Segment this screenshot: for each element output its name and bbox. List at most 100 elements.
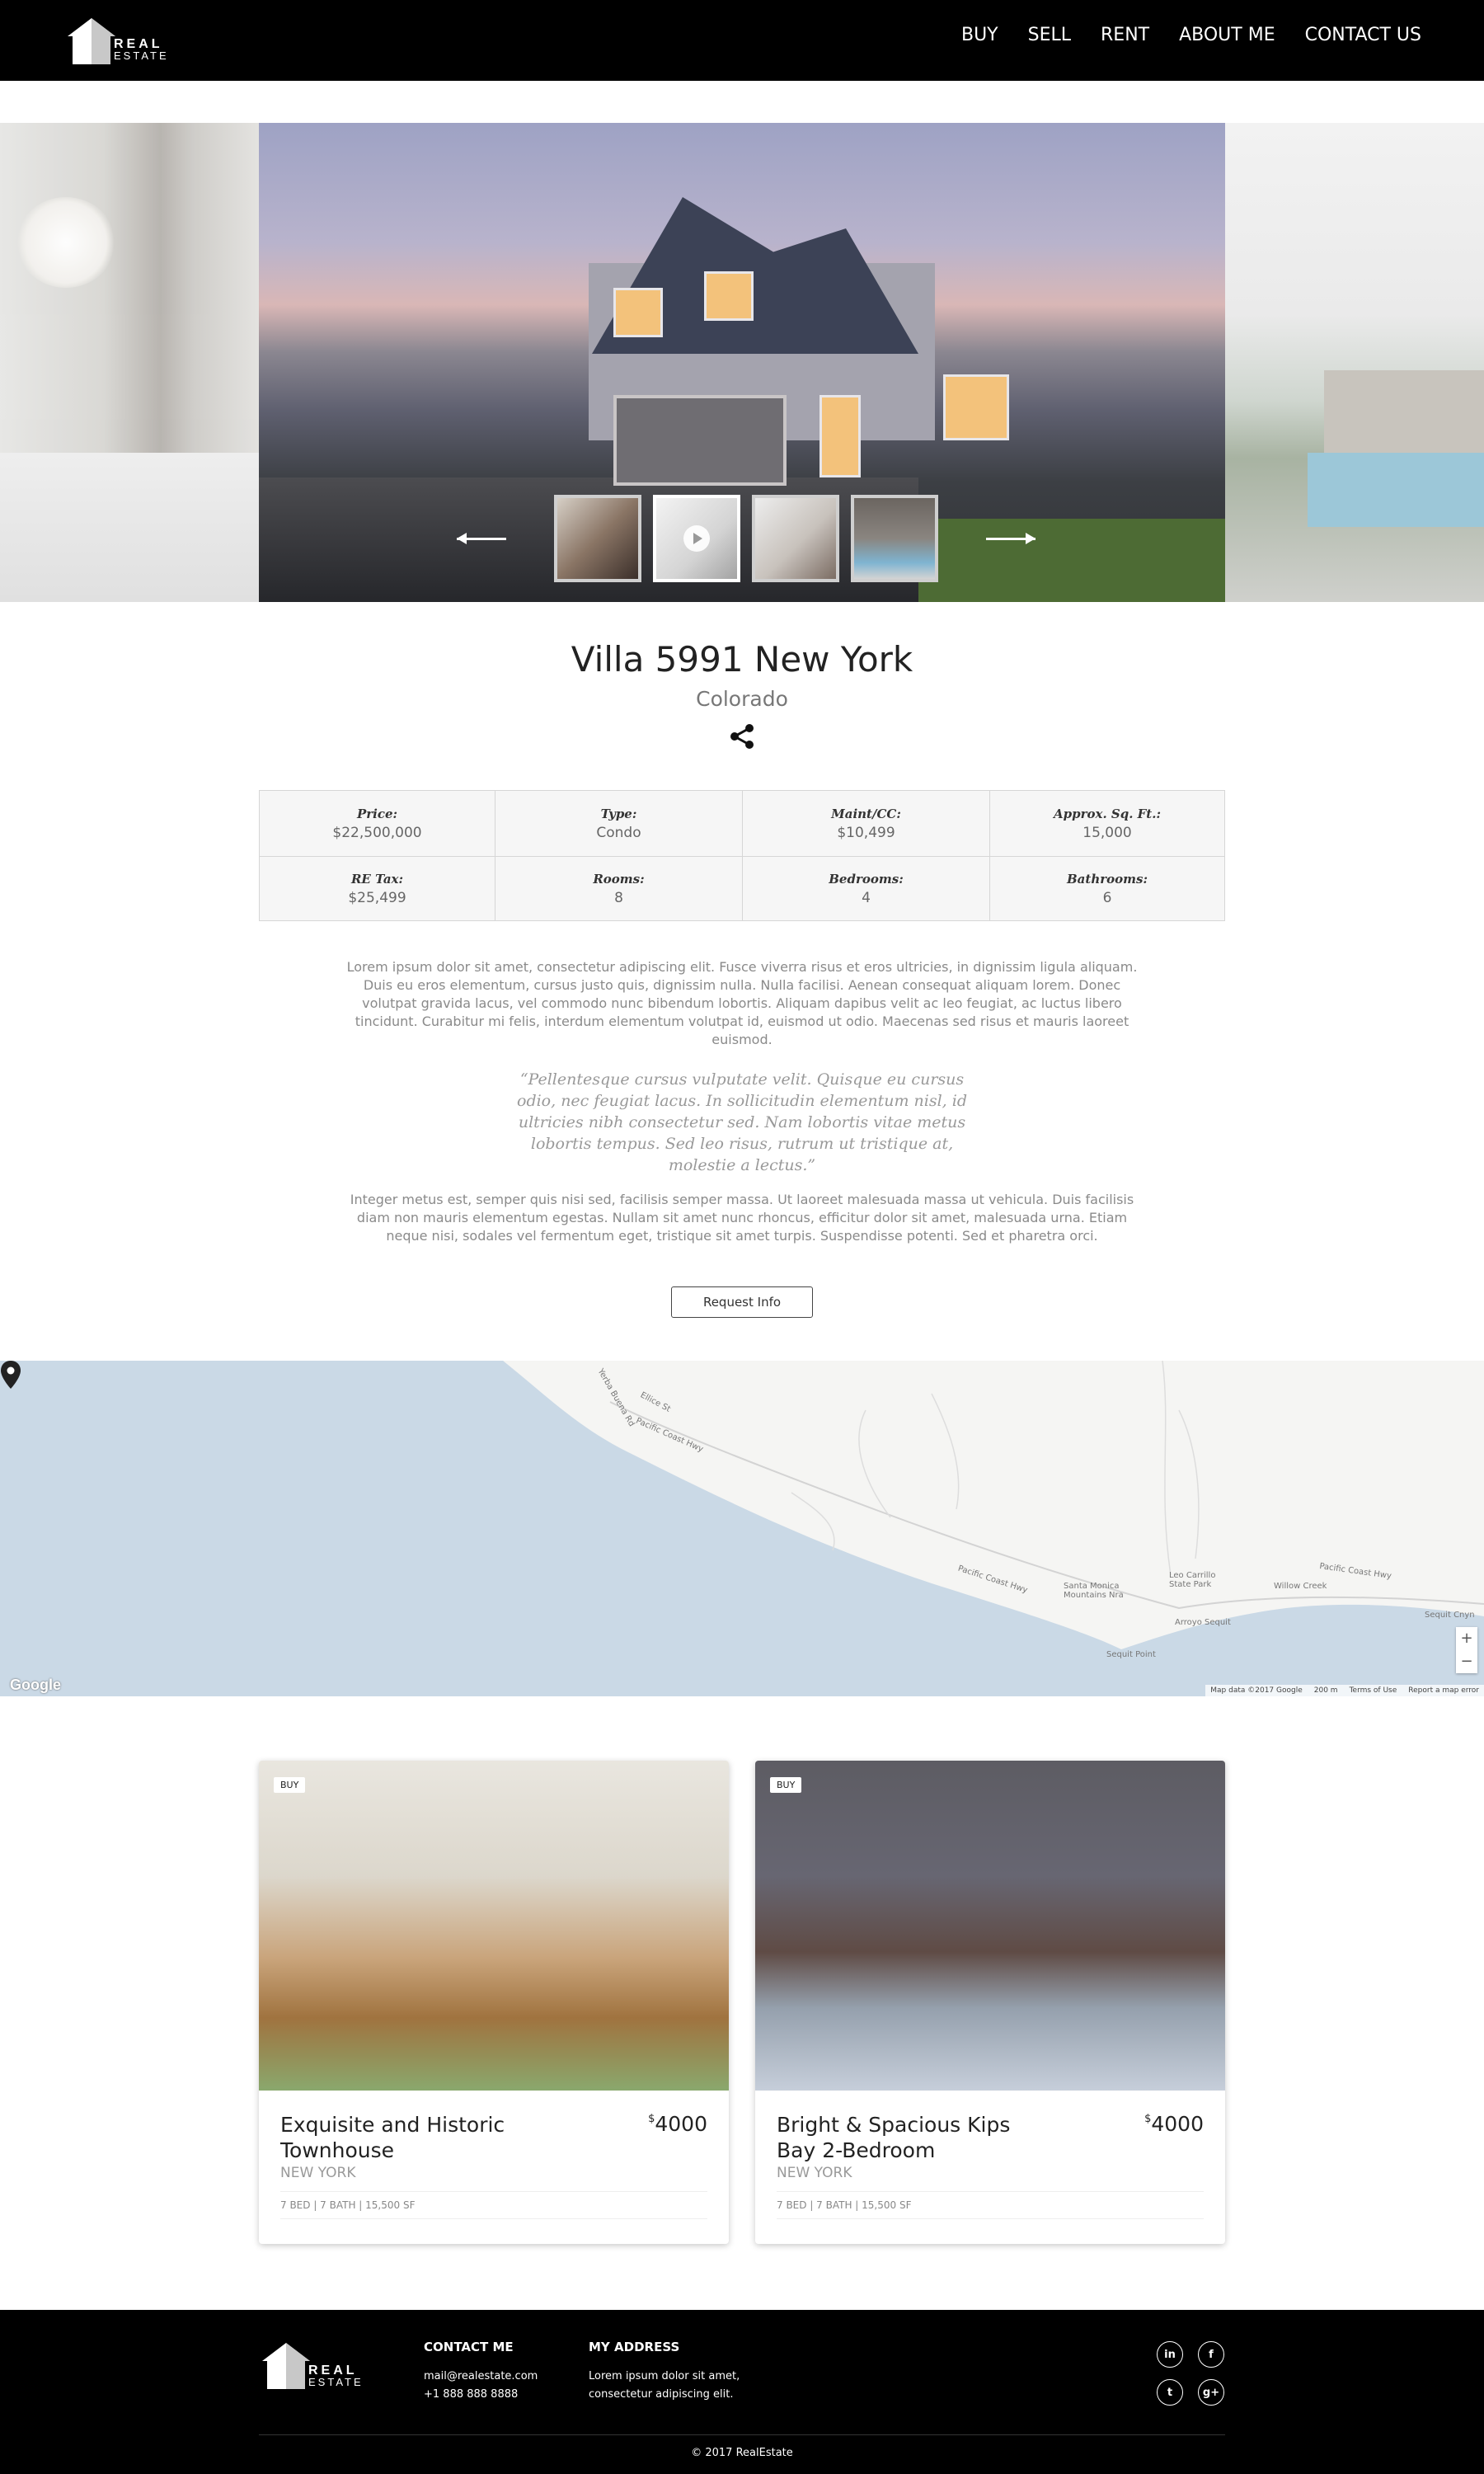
listing-card-specs: 7 BED | 7 BATH | 15,500 SF: [777, 2191, 1204, 2219]
detail-value: $25,499: [348, 890, 406, 906]
logo-line-1: REAL: [308, 2363, 358, 2378]
house-logo-icon: [262, 2343, 310, 2389]
footer-contact-title: CONTACT ME: [424, 2340, 514, 2354]
map-attribution: Map data ©2017 Google 200 m Terms of Use…: [1205, 1685, 1484, 1696]
footer-logo[interactable]: REAL ESTATE: [261, 2341, 361, 2391]
nav-sell[interactable]: SELL: [1028, 25, 1071, 45]
detail-sqft: Approx. Sq. Ft.: 15,000: [990, 791, 1224, 856]
listing-badge: BUY: [274, 1777, 306, 1793]
footer-email[interactable]: mail@realestate.com: [424, 2368, 538, 2386]
price-value: 4000: [1151, 2112, 1204, 2136]
site-footer: REAL ESTATE CONTACT ME mail@realestate.c…: [0, 2310, 1484, 2474]
next-arrow-icon[interactable]: [986, 530, 1036, 547]
details-row: RE Tax: $25,499 Rooms: 8 Bedrooms: 4 Bathro…: [260, 856, 1224, 921]
map-place-label: Arroyo Sequit: [1175, 1618, 1231, 1627]
map-place-label: Sequit Cnyn: [1425, 1611, 1475, 1620]
listing-card-title[interactable]: Bright & Spacious Kips Bay 2-Bedroom: [777, 2112, 1049, 2163]
detail-value: 15,000: [1082, 824, 1132, 841]
map-report-link[interactable]: Report a map error: [1408, 1686, 1479, 1695]
detail-label: Rooms:: [593, 872, 645, 887]
listing-card[interactable]: BUY Exquisite and Historic Townhouse $40…: [259, 1761, 729, 2244]
logo-line-1: REAL: [114, 37, 163, 51]
next-slide-house: [1324, 370, 1484, 461]
linkedin-icon[interactable]: in: [1157, 2341, 1183, 2368]
thumbnail-3[interactable]: [752, 495, 839, 582]
copyright: © 2017 RealEstate: [691, 2447, 793, 2459]
nav-buy[interactable]: BUY: [961, 25, 998, 45]
map-scale: 200 m: [1313, 1686, 1338, 1695]
thumbnail-4[interactable]: [851, 495, 938, 582]
logo-text: REAL ESTATE: [308, 2363, 364, 2388]
listing-card-title[interactable]: Exquisite and Historic Townhouse: [280, 2112, 552, 2163]
play-icon[interactable]: [683, 525, 710, 552]
window: [943, 374, 1009, 440]
detail-re-tax: RE Tax: $25,499: [260, 857, 495, 921]
map-park-label: Leo Carrillo State Park: [1169, 1571, 1216, 1589]
footer-phone[interactable]: +1 888 888 8888: [424, 2386, 538, 2404]
detail-value: Condo: [596, 824, 641, 841]
detail-label: Bathrooms:: [1067, 872, 1148, 887]
listing-card-specs: 7 BED | 7 BATH | 15,500 SF: [280, 2191, 707, 2219]
window: [613, 288, 663, 337]
social-links: in f t g+: [1157, 2341, 1224, 2406]
footer-address-line-2: consectetur adipiscing elit.: [589, 2388, 734, 2401]
nav-rent[interactable]: RENT: [1101, 25, 1149, 45]
listing-card-image[interactable]: BUY: [755, 1761, 1225, 2091]
listing-title: Villa 5991 New York: [571, 639, 913, 680]
map-park-label: Santa Monica Mountains Nra: [1064, 1582, 1124, 1600]
logo-line-2: ESTATE: [308, 2376, 364, 2388]
footer-contact: CONTACT ME mail@realestate.com +1 888 88…: [424, 2340, 538, 2404]
next-slide-image[interactable]: [1225, 123, 1484, 602]
detail-bathrooms: Bathrooms: 6: [990, 857, 1224, 921]
front-door: [819, 395, 861, 477]
image-slider: [0, 123, 1484, 602]
facebook-icon[interactable]: f: [1198, 2341, 1224, 2368]
prev-arrow-icon[interactable]: [457, 530, 506, 547]
footer-address-title: MY ADDRESS: [589, 2340, 680, 2354]
thumbnail-1[interactable]: [554, 495, 641, 582]
zoom-out-button[interactable]: −: [1456, 1650, 1477, 1673]
listing-badge: BUY: [770, 1777, 802, 1793]
detail-value: 4: [862, 890, 871, 906]
prev-slide-floor: [0, 453, 259, 602]
detail-type: Type: Condo: [495, 791, 743, 856]
listing-card-city: NEW YORK: [777, 2165, 852, 2181]
main-nav: BUY SELL RENT ABOUT ME CONTACT US: [961, 25, 1421, 45]
footer-address: MY ADDRESS Lorem ipsum dolor sit amet, c…: [589, 2340, 740, 2404]
map-canvas: [0, 1361, 1484, 1696]
share-icon[interactable]: [727, 722, 757, 751]
garage-door: [613, 395, 787, 486]
map-terms-link[interactable]: Terms of Use: [1350, 1686, 1397, 1695]
nav-about-me[interactable]: ABOUT ME: [1179, 25, 1275, 45]
prev-slide-image[interactable]: [0, 123, 259, 602]
thumbnail-2[interactable]: [653, 495, 740, 582]
detail-bedrooms: Bedrooms: 4: [743, 857, 990, 921]
listing-card-city: NEW YORK: [280, 2165, 356, 2181]
description-paragraph-2: Integer metus est, semper quis nisi sed,…: [350, 1192, 1134, 1244]
detail-rooms: Rooms: 8: [495, 857, 743, 921]
twitter-icon[interactable]: t: [1157, 2379, 1183, 2406]
detail-value: 8: [614, 890, 623, 906]
google-logo: Google: [10, 1677, 61, 1693]
detail-label: RE Tax:: [350, 872, 404, 887]
map-place-label: Sequit Point: [1106, 1650, 1156, 1659]
listing-card-image[interactable]: BUY: [259, 1761, 729, 2091]
nav-contact-us[interactable]: CONTACT US: [1305, 25, 1421, 45]
listing-card-price: $4000: [1144, 2112, 1204, 2136]
listing-location: Colorado: [696, 687, 788, 711]
next-slide-pool: [1308, 453, 1484, 527]
listing-card[interactable]: BUY Bright & Spacious Kips Bay 2-Bedroom…: [755, 1761, 1225, 2244]
listing-card-price: $4000: [648, 2112, 707, 2136]
zoom-in-button[interactable]: +: [1456, 1627, 1477, 1650]
location-map[interactable]: Yerba Buena Rd Ellice St Pacific Coast H…: [0, 1361, 1484, 1696]
detail-label: Type:: [600, 806, 637, 821]
description-quote: “Pellentesque cursus vulputate velit. Qu…: [517, 1070, 967, 1174]
map-pin-icon[interactable]: [0, 1361, 21, 1389]
logo-text: REAL ESTATE: [114, 37, 169, 62]
google-plus-icon[interactable]: g+: [1198, 2379, 1224, 2406]
detail-label: Approx. Sq. Ft.:: [1053, 806, 1161, 821]
request-info-button[interactable]: Request Info: [671, 1286, 813, 1318]
detail-label: Price:: [356, 806, 398, 821]
details-row: Price: $22,500,000 Type: Condo Maint/CC: $1…: [260, 791, 1224, 856]
logo[interactable]: REAL ESTATE: [66, 16, 167, 64]
